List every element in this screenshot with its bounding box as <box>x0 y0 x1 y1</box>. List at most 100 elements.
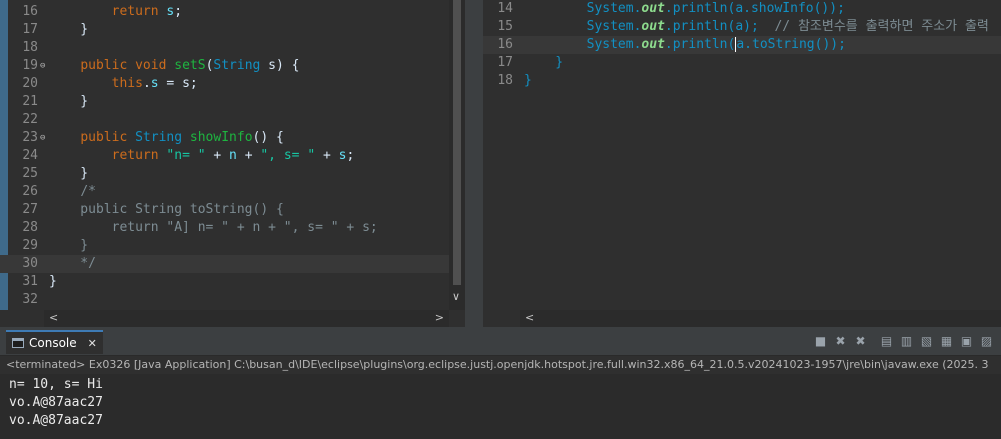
console-output-line: vo.A@87aac27 <box>9 395 103 410</box>
line-number: 31 <box>22 274 38 289</box>
console-output-line: vo.A@87aac27 <box>9 413 103 428</box>
editor-left[interactable]: 16 return s; 17 } 18 19 ⊖ public void setS(S… <box>0 0 465 327</box>
code-line[interactable]: 15 System.out.println(a); // 참조변수를 출력하면 … <box>483 18 1001 36</box>
word-wrap-icon[interactable]: ▦ <box>938 333 955 350</box>
show-java-heap-icon[interactable]: ▤ <box>878 333 895 350</box>
code-token: } <box>49 22 89 37</box>
code-token: System. <box>524 1 642 16</box>
code-line[interactable]: 32 <box>0 291 465 309</box>
code-token: ; <box>346 148 355 163</box>
code-line[interactable]: 14 System.out.println(a.showInfo()); <box>483 0 1001 18</box>
editor-right[interactable]: 14 System.out.println(a.showInfo()); 15 S… <box>483 0 1001 327</box>
clear-console-icon[interactable]: ▥ <box>898 333 915 350</box>
code-line[interactable]: 18 <box>0 39 465 57</box>
editor-divider[interactable] <box>465 0 483 327</box>
line-number: 21 <box>22 94 38 109</box>
terminate-icon[interactable]: ■ <box>812 333 829 350</box>
tab-console-label: Console <box>29 336 77 350</box>
code-token: public <box>80 58 128 73</box>
code-token: .println(a.showInfo()); <box>664 1 845 16</box>
scroll-right-icon[interactable]: > <box>435 311 444 324</box>
code-text: } <box>49 273 57 291</box>
code-line[interactable]: 19 ⊖ public void setS(String s) { <box>0 57 465 75</box>
scroll-down-icon[interactable]: ∨ <box>452 290 460 303</box>
tab-console[interactable]: Console ✕ <box>6 330 103 354</box>
code-line[interactable]: 28 return "A] n= " + n + ", s= " + s; <box>0 219 465 237</box>
code-line[interactable]: 24 return "n= " + n + ", s= " + s; <box>0 147 465 165</box>
fold-toggle-icon[interactable]: ⊖ <box>40 129 45 147</box>
code-token: "n= " <box>166 148 206 163</box>
code-line[interactable]: 23 ⊖ public String showInfo() { <box>0 129 465 147</box>
horizontal-scrollbar[interactable]: < <box>520 310 1001 327</box>
line-number: 17 <box>22 22 38 37</box>
code-token: } <box>49 94 89 109</box>
line-number: 18 <box>22 40 38 55</box>
scroll-lock-icon[interactable]: ▧ <box>918 333 935 350</box>
vertical-scrollbar[interactable]: ∨ <box>449 0 465 310</box>
code-token: /* <box>80 184 96 199</box>
close-icon[interactable]: ✕ <box>88 337 97 350</box>
scroll-left-icon[interactable]: < <box>49 311 58 324</box>
code-text: return "n= " + n + ", s= " + s; <box>49 147 355 165</box>
code-line[interactable]: 31} <box>0 273 465 291</box>
code-token: + <box>236 148 261 163</box>
code-text: this.s = s; <box>49 75 198 93</box>
code-text: } <box>49 165 88 183</box>
remove-launch-icon[interactable]: ✖ <box>832 333 849 350</box>
line-number: 30 <box>22 256 38 271</box>
display-console-icon[interactable]: ▨ <box>978 333 995 350</box>
code-token: */ <box>49 256 96 271</box>
pin-console-icon[interactable]: ▣ <box>958 333 975 350</box>
code-line[interactable]: 30 */ <box>0 255 465 273</box>
code-line[interactable]: 18} <box>483 72 1001 90</box>
console-output-line: n= 10, s= Hi <box>9 377 103 392</box>
code-token: public <box>80 130 128 145</box>
line-number: 22 <box>22 112 38 127</box>
scroll-thumb[interactable] <box>453 0 461 285</box>
code-token: } <box>524 73 532 88</box>
line-number: 17 <box>497 55 513 70</box>
horizontal-scrollbar[interactable]: < > <box>44 310 449 327</box>
code-line[interactable]: 16 System.out.println(a.toString()); <box>483 36 1001 54</box>
console-toolbar: Console ✕ ■ ✖ ✖ ▤ ▥ ▧ ▦ ▣ ▨ <box>0 327 1001 356</box>
code-line[interactable]: 16 return s; <box>0 3 465 21</box>
code-token: String <box>213 58 261 73</box>
code-token: .println( <box>664 37 736 52</box>
fold-toggle-icon[interactable]: ⊖ <box>40 57 45 75</box>
code-token: } <box>524 55 564 70</box>
code-token: } <box>49 166 89 181</box>
code-line[interactable]: 27 public String toString() { <box>0 201 465 219</box>
code-token: () { <box>252 130 284 145</box>
code-line[interactable]: 21 } <box>0 93 465 111</box>
code-line[interactable]: 20 this.s = s; <box>0 75 465 93</box>
line-number: 23 <box>22 130 38 145</box>
code-token: = s; <box>158 76 198 91</box>
code-token: System. <box>524 37 642 52</box>
code-text: public String showInfo() { <box>49 129 284 147</box>
code-token: return "A] n= " + n + ", s= " + s; <box>49 220 378 235</box>
remove-all-terminated-icon[interactable]: ✖ <box>852 333 869 350</box>
code-text: System.out.println(a.showInfo()); <box>524 0 845 18</box>
code-text: public String toString() { <box>49 201 284 219</box>
code-line[interactable]: 26 /* <box>0 183 465 201</box>
code-token: s) { <box>260 58 300 73</box>
code-text: public void setS(String s) { <box>49 57 300 75</box>
code-line[interactable]: 29 } <box>0 237 465 255</box>
console-output[interactable]: n= 10, s= Hi vo.A@87aac27 vo.A@87aac27 <box>0 374 1001 439</box>
code-line[interactable]: 17 } <box>483 54 1001 72</box>
scroll-left-icon[interactable]: < <box>525 311 534 324</box>
code-token: . <box>142 76 151 91</box>
code-token: this <box>111 76 143 91</box>
code-line[interactable]: 17 } <box>0 21 465 39</box>
code-line[interactable]: 22 <box>0 111 465 129</box>
code-token: ", s= " <box>260 148 316 163</box>
code-line[interactable]: 25 } <box>0 165 465 183</box>
code-text: } <box>524 72 532 90</box>
code-text: System.out.println(a); // 참조변수를 출력하면 주소가… <box>524 18 989 36</box>
code-token: } <box>49 238 89 253</box>
